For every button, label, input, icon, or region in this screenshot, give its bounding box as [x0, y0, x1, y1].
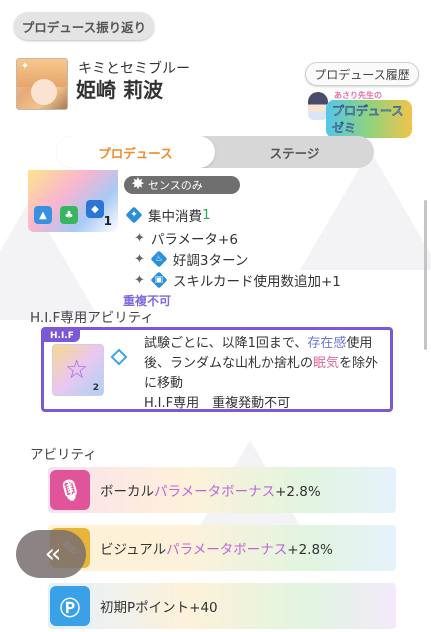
plus-icon: ✦ [134, 251, 145, 267]
avatar: ✦ [16, 58, 68, 110]
tab-stage[interactable]: ステージ [215, 136, 374, 168]
rarity-icon: ✦ [20, 61, 30, 72]
effect-label: パラメータ+6 [150, 232, 238, 248]
hif-card-number: 2 [92, 383, 99, 393]
effect-value: 1 [202, 207, 211, 223]
back-button[interactable]: ‹‹ [16, 530, 86, 578]
effect-focus: ✦ 集中消費 1 [126, 205, 211, 225]
hif-diamond-icon [110, 348, 128, 366]
card-level: 1 [103, 214, 112, 228]
card-green-icon: ♣ [60, 206, 78, 224]
tab-produce[interactable]: プロデュース [56, 136, 215, 168]
card-blue-icon: ▲ [34, 206, 52, 224]
focus-icon: ✦ [126, 207, 142, 223]
star-icon: ☆ [65, 355, 89, 385]
produce-history-button[interactable]: プロデュース履歴 [305, 62, 419, 86]
tab-bar: プロデュース ステージ [56, 136, 374, 168]
scrollbar[interactable] [424, 200, 427, 350]
teacher-chibi-icon [308, 92, 328, 120]
effect-label: 集中消費 [148, 209, 202, 225]
hif-card-image[interactable]: ☆ 2 [52, 344, 104, 396]
p-point-icon: Ⓟ [50, 586, 90, 626]
ability-row-p-point: Ⓟ 初期Pポイント+40 [48, 583, 396, 629]
plus-icon: ✦ [134, 272, 145, 288]
produce-review-button[interactable]: プロデュース振り返り [14, 12, 154, 40]
effect-label: スキルカード使用数追加+1 [172, 274, 341, 290]
idol-name: 姫崎 莉波 [76, 78, 163, 102]
hif-ability-box: H.I.F ☆ 2 試験ごとに、以降1回まで、存在感使用 後、ランダムな山札か捨… [41, 327, 393, 412]
logo-main-text: プロデュースゼミ [326, 100, 412, 138]
plus-icon: ✦ [134, 230, 145, 246]
ability-row-visual: ✎ ビジュアルパラメータボーナス+2.8% [48, 525, 396, 571]
hif-section-title: H.I.F専用アビリティ [30, 310, 154, 326]
effect-good-condition: ✦ ♨ 好調3ターン [134, 249, 249, 270]
card-focus-icon: ◆ [86, 200, 104, 218]
effect-skill-card: ✦ ▣ スキルカード使用数追加+1 [134, 270, 341, 291]
hif-tag: H.I.F [44, 330, 80, 342]
hif-description: 試験ごとに、以降1回まで、存在感使用 後、ランダムな山札か捨札の眠気を除外 に移… [144, 336, 379, 411]
good-condition-icon: ♨ [151, 251, 167, 267]
sense-icon: ✸ [131, 174, 145, 193]
skill-card-icon: ▣ [151, 272, 167, 288]
vocal-mic-icon: 🎙 [50, 470, 90, 510]
ability-section-title: アビリティ [30, 447, 97, 463]
skill-card-thumbnail[interactable]: ▲ ♣ ◆ 1 [28, 170, 118, 232]
effect-label: 好調3ターン [172, 253, 249, 269]
effect-parameter: ✦ パラメータ+6 [134, 228, 238, 249]
ability-row-vocal: 🎙 ボーカルパラメータボーナス+2.8% [48, 467, 396, 513]
produce-zemi-logo[interactable]: あさり先生の プロデュースゼミ [308, 90, 412, 138]
